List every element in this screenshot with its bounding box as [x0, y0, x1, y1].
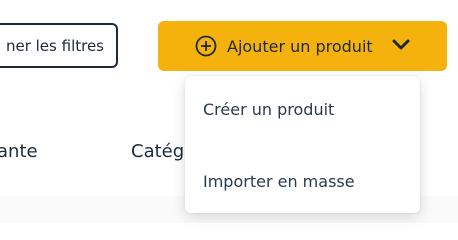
plus-circle-icon — [195, 35, 217, 57]
chevron-down-icon[interactable] — [392, 38, 410, 52]
add-product-dropdown-menu: Créer un produit Importer en masse — [185, 76, 420, 213]
add-product-label: Ajouter un produit — [227, 36, 373, 56]
menu-item-bulk-import[interactable]: Importer en masse — [203, 172, 355, 191]
menu-item-create-product[interactable]: Créer un produit — [203, 100, 334, 119]
reset-filters-label: ner les filtres — [5, 36, 104, 55]
reset-filters-button[interactable]: ner les filtres — [0, 23, 118, 68]
column-header-category[interactable]: Catég — [131, 141, 184, 162]
column-header-status[interactable]: ante — [0, 141, 38, 162]
